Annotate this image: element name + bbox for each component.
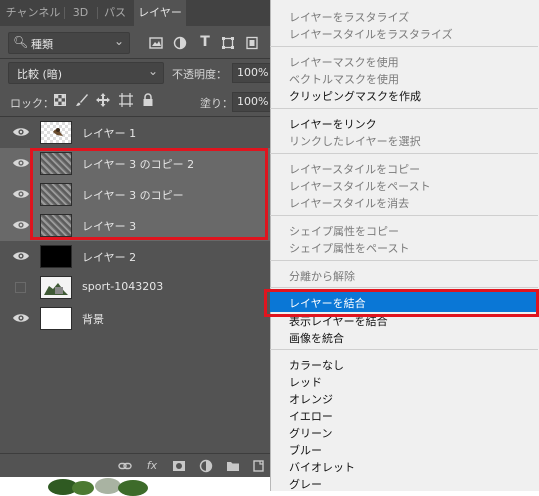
menu-item-color-yellow[interactable]: イエロー [289, 408, 333, 424]
tab-3d[interactable]: 3D [67, 0, 94, 26]
menu-item-copy-layer-style[interactable]: レイヤースタイルをコピー [289, 161, 420, 177]
mask-icon[interactable] [172, 459, 186, 473]
fx-icon[interactable]: fx [145, 459, 159, 473]
fill-label: 塗り： [200, 97, 233, 110]
menu-item-color-gray[interactable]: グレー [289, 476, 322, 492]
adjustment-icon[interactable] [199, 459, 213, 473]
layer-thumbnail [40, 307, 72, 330]
layer-row[interactable]: レイヤー 2 [0, 241, 271, 272]
type-filter-icon[interactable]: T [197, 35, 213, 51]
chevron-down-icon: ⌄ [113, 34, 124, 48]
shape-filter-icon[interactable] [220, 36, 236, 52]
layer-name: 背景 [82, 313, 104, 326]
menu-separator [270, 108, 538, 109]
eye-icon[interactable] [12, 218, 30, 232]
blend-mode-label: 比較 (暗) [17, 68, 63, 81]
annotation-highlight-layers [30, 148, 268, 240]
layers-panel: チャンネル 3D パス レイヤー 🔍︎ 種類 ⌄ T 比較 (暗) ⌄ 不透明度… [0, 0, 271, 478]
lock-artboard-icon[interactable] [118, 93, 134, 109]
blend-mode-select[interactable]: 比較 (暗) ⌄ [8, 62, 164, 84]
tab-paths[interactable]: パス [100, 0, 130, 26]
menu-item-color-blue[interactable]: ブルー [289, 442, 322, 458]
opacity-input[interactable]: 100% [232, 63, 271, 83]
menu-item-paste-shape-attributes[interactable]: シェイプ属性をペースト [289, 240, 409, 256]
annotation-highlight-merge [264, 289, 539, 317]
menu-item-enable-layer-mask[interactable]: レイヤーマスクを使用 [289, 54, 399, 70]
lock-transparent-icon[interactable] [52, 94, 68, 110]
menu-separator [270, 215, 538, 216]
chevron-down-icon: ⌄ [147, 64, 158, 78]
eye-icon[interactable] [12, 187, 30, 201]
eye-icon[interactable] [12, 125, 30, 139]
menu-item-select-linked-layers[interactable]: リンクしたレイヤーを選択 [289, 133, 421, 149]
eye-icon[interactable] [12, 311, 30, 325]
folder-icon[interactable] [226, 459, 240, 473]
layer-name: sport-1043203 [82, 280, 164, 293]
new-layer-icon[interactable] [252, 459, 266, 473]
layers-panel-footer: fx [0, 453, 271, 478]
layer-row[interactable]: 背景 [0, 303, 271, 334]
image-filter-icon[interactable] [148, 36, 164, 52]
menu-item-color-green[interactable]: グリーン [289, 425, 332, 441]
menu-separator [270, 260, 538, 261]
smart-object-filter-icon[interactable] [244, 36, 260, 52]
lock-all-icon[interactable] [140, 93, 156, 109]
opacity-label: 不透明度： [172, 68, 227, 81]
fill-input[interactable]: 100% [232, 92, 271, 112]
layer-thumbnail [40, 121, 72, 144]
eye-icon[interactable] [12, 249, 30, 263]
menu-item-clear-layer-style[interactable]: レイヤースタイルを消去 [289, 195, 409, 211]
menu-item-flatten-image[interactable]: 画像を統合 [289, 330, 344, 346]
layer-row[interactable]: sport-1043203 [0, 272, 271, 303]
menu-item-color-red[interactable]: レッド [289, 374, 322, 390]
menu-item-rasterize-layer-style[interactable]: レイヤースタイルをラスタライズ [289, 26, 453, 42]
menu-item-paste-layer-style[interactable]: レイヤースタイルをペースト [289, 178, 431, 194]
menu-separator [270, 287, 538, 288]
menu-item-color-violet[interactable]: バイオレット [289, 459, 355, 475]
layer-row[interactable]: レイヤー 1 [0, 117, 271, 148]
lock-position-icon[interactable] [95, 93, 111, 109]
menu-item-copy-shape-attributes[interactable]: シェイプ属性をコピー [289, 223, 399, 239]
menu-separator [270, 349, 538, 350]
menu-item-create-clipping-mask[interactable]: クリッピングマスクを作成 [289, 88, 421, 104]
layer-name: レイヤー 1 [82, 127, 137, 140]
filter-kind-label: 種類 [31, 38, 53, 51]
search-icon: 🔍︎ [13, 35, 29, 49]
adjustment-filter-icon[interactable] [172, 36, 188, 52]
menu-item-rasterize-layer[interactable]: レイヤーをラスタライズ [289, 9, 409, 25]
layer-thumbnail [40, 245, 72, 268]
tab-channels[interactable]: チャンネル [5, 0, 61, 26]
eye-icon[interactable] [12, 156, 30, 170]
canvas-peek [0, 477, 271, 496]
menu-item-link-layers[interactable]: レイヤーをリンク [289, 116, 377, 132]
layer-thumbnail [40, 276, 72, 299]
menu-separator [270, 46, 538, 47]
layer-name: レイヤー 2 [82, 251, 137, 264]
link-icon[interactable] [118, 459, 132, 473]
menu-item-color-orange[interactable]: オレンジ [289, 391, 333, 407]
visibility-toggle-off[interactable] [15, 282, 26, 293]
menu-item-release-from-isolation[interactable]: 分離から解除 [289, 268, 355, 284]
menu-item-enable-vector-mask[interactable]: ベクトルマスクを使用 [289, 71, 399, 87]
panel-tab-bar: チャンネル 3D パス レイヤー [0, 0, 271, 26]
lock-label: ロック： [10, 97, 54, 110]
menu-separator [270, 153, 538, 154]
tab-layers[interactable]: レイヤー [134, 0, 186, 26]
lock-image-icon[interactable] [74, 93, 90, 109]
layer-filter-select[interactable]: 🔍︎ 種類 ⌄ [8, 32, 130, 54]
menu-item-color-none[interactable]: カラーなし [289, 357, 344, 373]
